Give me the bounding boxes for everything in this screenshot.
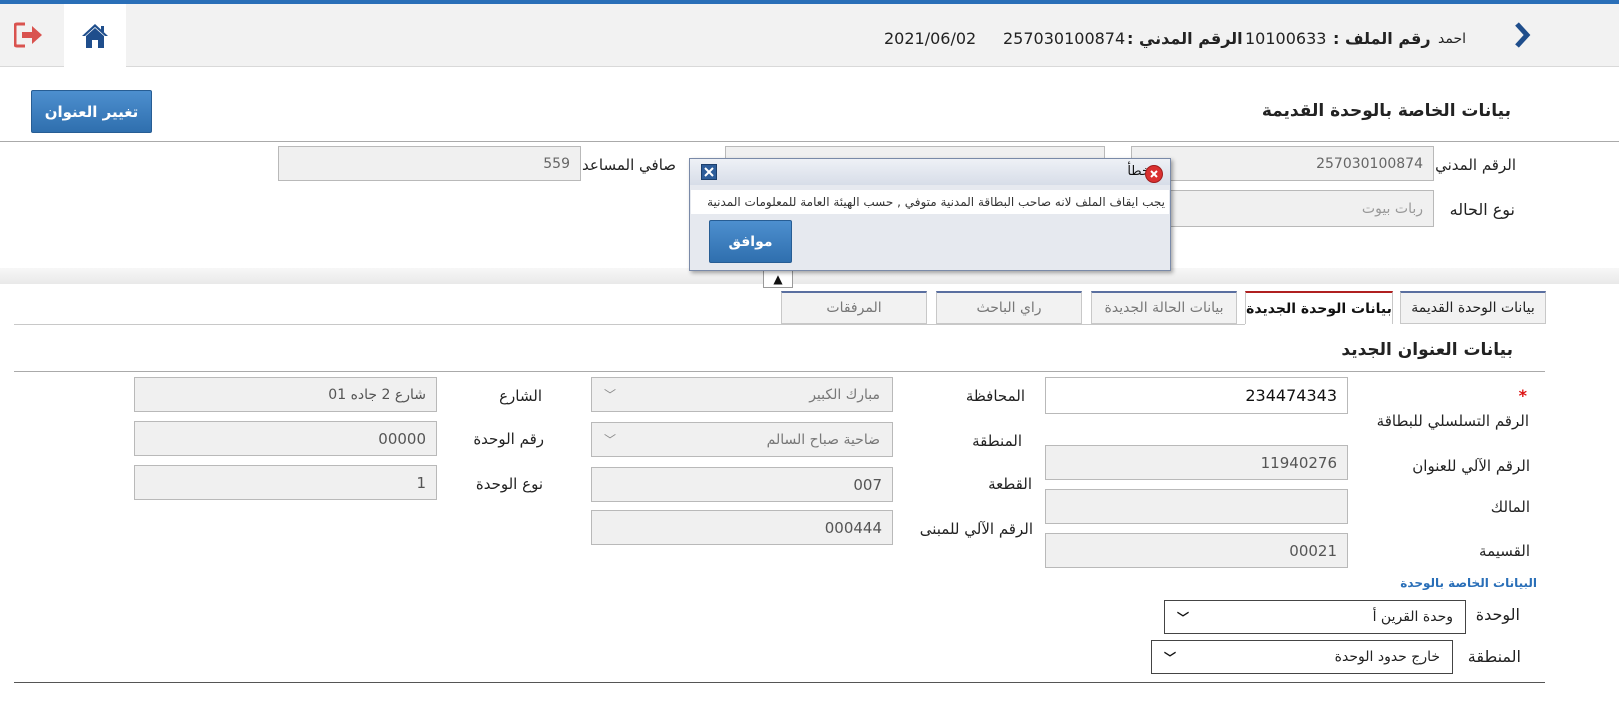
error-dialog: خطأ يجب ايقاف الملف لانه صاحب البطاقة ال… (689, 158, 1171, 271)
civil-id-label: الرقم المدني (1435, 156, 1516, 174)
unit-number-label: رقم الوحدة (473, 430, 544, 448)
governorate-value: مبارك الكبير (809, 386, 880, 403)
chevron-down-icon: ﹀ (1177, 610, 1190, 625)
collapse-toggle-button[interactable]: ▲ (763, 270, 793, 288)
header-file-label: رقم الملف : (1333, 29, 1431, 48)
unit-type-label: نوع الوحدة (475, 475, 543, 493)
card-serial-input[interactable]: 234474343 (1045, 377, 1348, 414)
required-mark: * (1518, 386, 1527, 405)
home-icon (82, 23, 108, 48)
plot-field[interactable]: 00021 (1045, 533, 1348, 568)
net-assistance-field[interactable]: 559 (278, 146, 581, 181)
area-value: ضاحية صباح السالم (766, 431, 880, 448)
change-address-button[interactable]: تغيير العنوان (31, 90, 152, 133)
logout-icon[interactable] (13, 22, 44, 48)
unit-select[interactable]: وحدة القرين أ ﹀ (1164, 600, 1466, 634)
tab-new-case[interactable]: بيانات الحالة الجديدة (1091, 291, 1237, 324)
chevron-down-icon: ﹀ (604, 388, 617, 402)
owner-label: المالك (1490, 498, 1530, 516)
unit-number-field[interactable]: 00000 (134, 421, 437, 456)
header-civil-number: 257030100874 (1003, 29, 1126, 48)
tab-old-unit[interactable]: بيانات الوحدة القديمة (1400, 291, 1546, 324)
unit-section-title: البيانات الخاصة بالوحدة (1400, 576, 1537, 590)
owner-field[interactable] (1045, 489, 1348, 524)
plot-label: القسيمة (1479, 542, 1530, 560)
building-auto-label: الرقم الآلي للمبنى (919, 520, 1033, 538)
old-unit-title: بيانات الخاصة بالوحدة القديمة (1261, 101, 1511, 121)
tab-attachments[interactable]: المرفقات (781, 291, 927, 324)
net-assistance-label: صافي المساعدة (574, 156, 676, 174)
area-select[interactable]: ضاحية صباح السالم ﹀ (591, 422, 893, 457)
street-field[interactable]: شارع 2 جاده 01 (134, 377, 437, 412)
tabs-baseline (14, 324, 1245, 325)
case-type-field[interactable]: ربات بيوت (1131, 190, 1434, 227)
divider (0, 141, 1619, 142)
divider (14, 371, 1545, 372)
bottom-divider (14, 682, 1545, 683)
unit-label: الوحدة (1475, 605, 1520, 624)
chevron-down-icon: ﹀ (604, 433, 617, 447)
dialog-titlebar (690, 159, 1170, 185)
card-serial-label: الرقم التسلسلي للبطاقة (1376, 412, 1529, 430)
area-label: المنطقة (972, 432, 1022, 450)
block-label: القطعة (988, 475, 1032, 493)
header-civil-label: الرقم المدني : (1127, 29, 1243, 48)
tab-researcher-opinion[interactable]: راي الباحث (936, 291, 1082, 324)
home-button[interactable] (64, 4, 126, 67)
street-label: الشارع (499, 387, 542, 405)
auto-address-field[interactable]: 11940276 (1045, 445, 1348, 480)
auto-address-label: الرقم الآلي للعنوان (1412, 457, 1530, 475)
header-date: 2021/06/02 (884, 29, 977, 48)
tab-new-unit[interactable]: بيانات الوحدة الجديدة (1245, 291, 1393, 324)
block-field[interactable]: 007 (591, 467, 893, 502)
governorate-label: المحافظة (965, 387, 1025, 405)
header-user-name: احمد (1438, 31, 1466, 47)
unit-value: وحدة القرين أ (1372, 609, 1453, 625)
region-select[interactable]: خارج حدود الوحدة ﹀ (1151, 640, 1453, 674)
region-value: خارج حدود الوحدة (1334, 649, 1440, 665)
dialog-close-icon[interactable] (701, 164, 717, 180)
chevron-down-icon: ﹀ (1164, 650, 1177, 665)
back-chevron-icon[interactable] (1511, 20, 1533, 50)
governorate-select[interactable]: مبارك الكبير ﹀ (591, 377, 893, 412)
error-icon (1145, 165, 1163, 183)
civil-id-field[interactable]: 257030100874 (1131, 146, 1434, 181)
building-auto-field[interactable]: 000444 (591, 510, 893, 545)
unit-type-field[interactable]: 1 (134, 465, 437, 500)
case-type-label: نوع الحاله (1449, 200, 1515, 219)
region-label: المنطقة (1467, 647, 1521, 666)
dialog-message: يجب ايقاف الملف لانه صاحب البطاقة المدني… (691, 190, 1169, 214)
header-file-number: 10100633 (1245, 29, 1327, 48)
new-address-title: بيانات العنوان الجديد (1341, 340, 1513, 360)
dialog-ok-button[interactable]: موافق (709, 220, 792, 263)
